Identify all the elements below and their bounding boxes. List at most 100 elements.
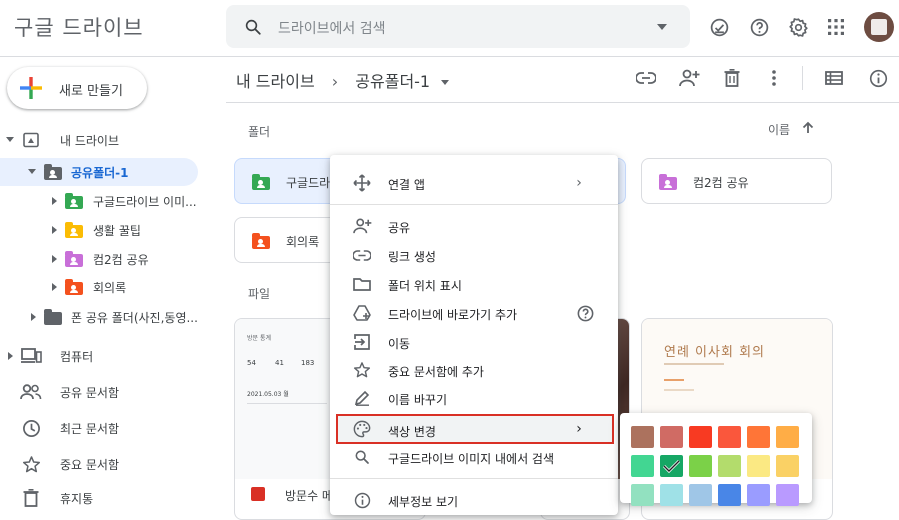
nav-trash[interactable]: 휴지통 [0,483,218,517]
nav-starred[interactable]: 중요 문서함 [0,447,218,481]
menu-item-change-color[interactable]: 색상 변경 › [336,414,614,444]
folder-card-com2com-share[interactable]: 컴2컴 공유 [641,158,832,204]
help-icon[interactable] [747,15,771,39]
color-swatch[interactable] [747,484,770,506]
color-swatch[interactable] [776,455,799,477]
color-swatch[interactable] [631,426,654,448]
details-info-icon[interactable] [866,66,890,90]
menu-item-label: 연결 앱 [388,178,425,192]
sidebar-item-my-drive[interactable]: 내 드라이브 [0,126,218,154]
shared-folder-icon [252,233,270,249]
menu-item-move[interactable]: 이동 [330,328,618,356]
menu-item-label: 세부정보 보기 [388,495,459,509]
file-type-icon [251,487,265,501]
settings-gear-icon[interactable] [786,15,810,39]
help-icon[interactable] [574,302,596,324]
apps-grid-icon[interactable] [824,15,848,39]
menu-item-add-shortcut[interactable]: 드라이브에 바로가기 추가 [330,299,618,327]
shared-folder-icon [252,174,270,190]
color-palette [620,413,812,506]
expand-caret-icon[interactable] [52,197,57,205]
menu-item-label: 드라이브에 바로가기 추가 [388,308,518,322]
submenu-chevron-icon: › [576,421,582,437]
color-swatch[interactable] [631,455,654,477]
menu-item-open-with[interactable]: 연결 앱 › [330,169,618,197]
sidebar-item-label: 공유폴더-1 [71,166,129,180]
sort-arrow-up-icon[interactable] [799,118,817,136]
color-swatch[interactable] [689,455,712,477]
color-swatch[interactable] [718,455,741,477]
sidebar-item-phone-share-folder[interactable]: 폰 공유 폴더(사진,동영... [0,303,218,331]
color-swatch[interactable] [689,426,712,448]
search-icon[interactable] [242,16,264,38]
color-swatch[interactable] [631,484,654,506]
expand-caret-icon[interactable] [31,313,36,321]
color-swatch[interactable] [660,484,683,506]
sort-name-button[interactable]: 이름 [768,121,790,138]
get-link-icon[interactable] [634,66,658,90]
color-swatch[interactable] [747,455,770,477]
star-outline-icon [352,361,372,379]
color-swatch[interactable] [747,426,770,448]
menu-item-show-folder-location[interactable]: 폴더 위치 표시 [330,270,618,298]
folders-section-label: 폴더 [248,125,271,139]
offline-check-icon[interactable] [707,15,731,39]
sidebar-item-com2com-share[interactable]: 컴2컴 공유 [0,245,218,273]
color-swatch[interactable] [689,484,712,506]
expand-caret-icon[interactable] [52,283,57,291]
share-add-person-icon[interactable] [676,66,702,90]
app-title[interactable]: 구글 드라이브 [14,12,144,42]
menu-item-label: 공유 [388,221,411,235]
stat-value: 41 [275,359,284,367]
sidebar-item-shared-folder-1[interactable]: 공유폴더-1 [0,158,198,186]
header-divider [0,56,899,57]
nav-label: 컴퓨터 [60,350,94,364]
breadcrumb-chevron-icon: › [331,72,339,91]
expand-caret-icon[interactable] [52,255,57,263]
expand-caret-icon[interactable] [6,137,14,142]
clock-icon [20,418,42,438]
list-view-icon[interactable] [822,66,846,90]
sidebar-item-label: 폰 공유 폴더(사진,동영... [71,311,198,325]
new-button[interactable]: 새로 만들기 [7,67,147,109]
color-swatch[interactable] [660,455,683,477]
my-drive-icon [21,130,41,150]
color-swatch[interactable] [718,484,741,506]
sidebar-item-google-drive-images[interactable]: 구글드라이브 이미... [0,187,218,215]
checkmark-icon [662,459,681,474]
avatar[interactable] [864,12,894,42]
submenu-chevron-icon: › [576,175,582,191]
color-swatch[interactable] [776,426,799,448]
breadcrumb-current[interactable]: 공유폴더-1 [355,72,430,91]
expand-caret-icon[interactable] [8,352,13,360]
color-swatch[interactable] [660,426,683,448]
menu-item-share[interactable]: 공유 [330,212,618,240]
expand-caret-icon[interactable] [28,169,36,174]
expand-caret-icon[interactable] [52,226,57,234]
color-swatch[interactable] [718,426,741,448]
menu-item-add-to-starred[interactable]: 중요 문서함에 추가 [330,356,618,384]
menu-item-search-within[interactable]: 구글드라이브 이미지 내에서 검색 [330,443,618,471]
search-options-icon[interactable] [654,20,670,34]
menu-item-get-link[interactable]: 링크 생성 [330,241,618,269]
menu-item-rename[interactable]: 이름 바꾸기 [330,384,618,412]
shared-folder-icon [65,222,83,238]
breadcrumb-dropdown-icon[interactable] [441,80,450,85]
menu-item-label: 폴더 위치 표시 [388,279,462,293]
toolbar-divider [802,66,803,90]
sidebar-item-meeting-notes[interactable]: 회의록 [0,273,218,301]
more-vert-icon[interactable] [764,66,784,90]
star-icon [20,454,42,474]
menu-item-view-details[interactable]: 세부정보 보기 [330,486,618,514]
color-swatch[interactable] [776,484,799,506]
search-input[interactable]: 드라이브에서 검색 [278,18,386,38]
delete-trash-icon[interactable] [720,66,744,90]
files-section-label: 파일 [248,287,271,301]
breadcrumb-root[interactable]: 내 드라이브 [236,72,315,91]
nav-shared-with-me[interactable]: 공유 문서함 [0,375,218,409]
nav-computers[interactable]: 컴퓨터 [0,339,218,373]
search-box[interactable]: 드라이브에서 검색 [226,5,690,48]
sidebar-item-label: 생활 꿀팁 [93,224,141,238]
nav-recent[interactable]: 최근 문서함 [0,411,218,445]
sidebar-item-life-tips[interactable]: 생활 꿀팁 [0,216,218,244]
